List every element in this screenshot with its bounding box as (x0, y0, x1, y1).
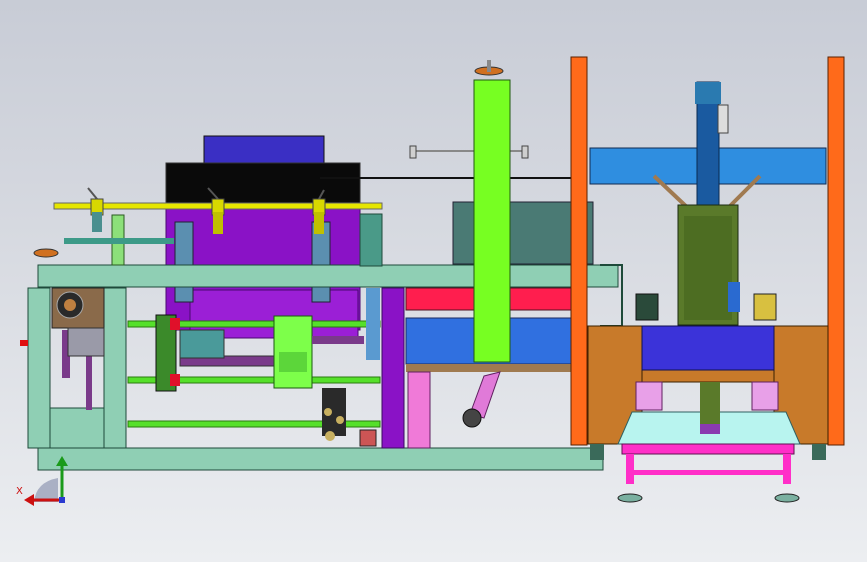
lime-column (473, 79, 511, 363)
teal-crossbar (64, 238, 174, 244)
purple-puck (700, 424, 720, 434)
magenta-leg-right (783, 454, 791, 484)
triad-x-arrow (24, 494, 34, 506)
left-handwheel (33, 248, 59, 258)
post-foot-left (590, 444, 604, 460)
post-foot-right (812, 444, 826, 460)
handwheel-shaft (487, 60, 491, 72)
frame-left-upright (27, 287, 51, 449)
yellow-cylinder-right (753, 293, 777, 321)
foot-left (617, 493, 643, 503)
top-cover-box (203, 135, 325, 165)
left-slider-red-1 (170, 318, 180, 330)
coordinate-triad (24, 456, 68, 506)
machine-assembly-model[interactable] (0, 0, 867, 562)
gearbox-hub (64, 299, 76, 311)
frame-top-beam (37, 264, 619, 288)
triad-z-dot (59, 497, 65, 503)
rod-cap-left (409, 145, 417, 159)
swing-arm-pulley (462, 408, 482, 428)
clamp-1 (87, 187, 104, 232)
blue-small-box (728, 282, 740, 312)
blue-column (366, 288, 380, 360)
cad-viewport[interactable]: X Y (0, 0, 867, 562)
brown-lower-band (641, 369, 775, 383)
magenta-stand-top (621, 443, 795, 455)
teal-post-right (359, 213, 383, 267)
triad-base (34, 478, 58, 502)
center-slider-inner (279, 352, 307, 372)
spring-cluster (322, 388, 377, 447)
mast-detail (717, 104, 729, 134)
dark-cylinder-left (635, 293, 659, 321)
pink-roller-right (751, 381, 779, 411)
frame-bottom-beam (37, 447, 604, 471)
slot-plate-1 (174, 221, 194, 269)
orange-post-left (570, 56, 588, 446)
olive-body-inner (684, 216, 732, 320)
black-hood (165, 162, 361, 208)
pink-panel (407, 371, 431, 449)
orange-post-right (827, 56, 845, 446)
frame-inner-upright (103, 287, 127, 449)
left-slider-red-2 (170, 374, 180, 386)
magenta-leg-left (626, 454, 634, 484)
small-red-tab (20, 340, 28, 346)
frame-left-panel (49, 407, 105, 449)
rod-cap-right (521, 145, 529, 159)
mast-cap (695, 82, 721, 104)
purple-bar-mid (312, 336, 364, 344)
purple-column (381, 287, 405, 449)
conveyor-base (406, 364, 572, 372)
left-gearbox-base (67, 327, 105, 357)
foot-right (774, 493, 800, 503)
triad-y-arrow (56, 456, 68, 466)
magenta-crossbar (626, 470, 791, 475)
olive-drop (700, 382, 720, 426)
x-axis-label: X (16, 486, 23, 497)
pink-roller-left (635, 381, 663, 411)
navy-box (641, 325, 775, 371)
mid-panel (179, 329, 225, 359)
